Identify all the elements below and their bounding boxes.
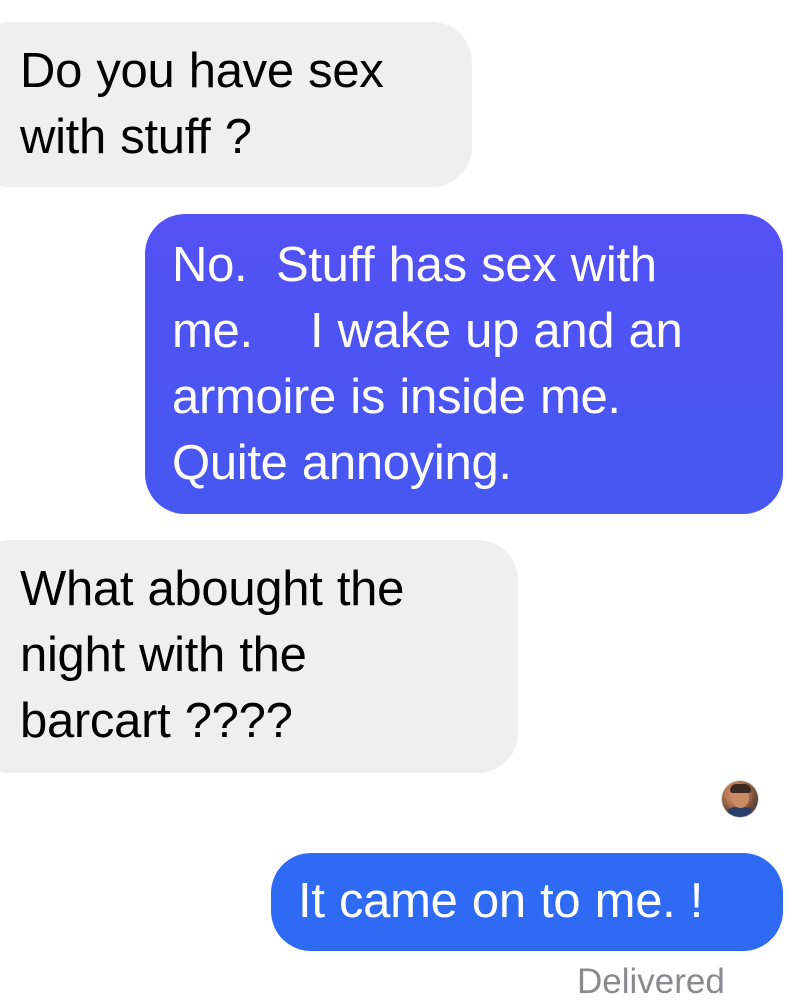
- incoming-message-bubble[interactable]: Do you have sex with stuff ?: [0, 22, 472, 187]
- avatar-hair: [730, 784, 751, 793]
- message-thread: Do you have sex with stuff ? No. Stuff h…: [0, 0, 801, 1000]
- delivery-status: Delivered: [577, 962, 725, 1000]
- avatar-shirt: [724, 807, 756, 817]
- contact-avatar[interactable]: [722, 781, 758, 817]
- outgoing-message-bubble[interactable]: It came on to me. !: [271, 853, 783, 951]
- outgoing-message-bubble[interactable]: No. Stuff has sex with me. I wake up and…: [145, 214, 783, 514]
- incoming-message-bubble[interactable]: What abought the night with the barcart …: [0, 540, 518, 773]
